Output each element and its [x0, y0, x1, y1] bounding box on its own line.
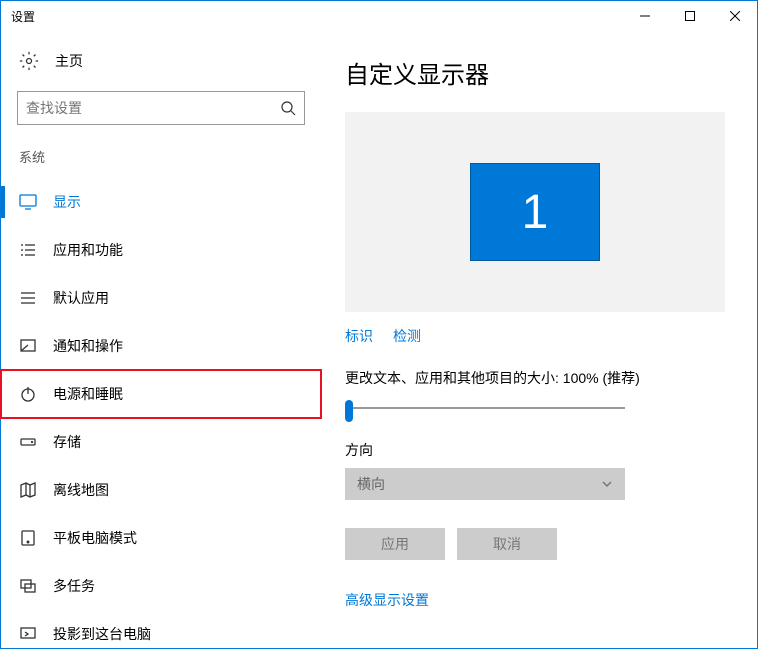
- multitask-icon: [19, 577, 37, 595]
- home-label: 主页: [55, 51, 83, 71]
- sidebar-item-label: 电源和睡眠: [53, 384, 123, 404]
- close-button[interactable]: [712, 1, 757, 31]
- sidebar-item-label: 多任务: [53, 576, 95, 596]
- chevron-down-icon: [601, 478, 613, 490]
- monitor-1[interactable]: 1: [470, 163, 600, 261]
- main-content: 自定义显示器 1 标识 检测 更改文本、应用和其他项目的大小: 100% (推荐…: [321, 31, 757, 648]
- minimize-button[interactable]: [622, 1, 667, 31]
- display-preview[interactable]: 1: [345, 112, 725, 312]
- search-icon: [280, 100, 296, 116]
- map-icon: [19, 481, 37, 499]
- sidebar-item-apps[interactable]: 应用和功能: [1, 226, 321, 274]
- scale-slider[interactable]: [345, 398, 625, 418]
- sidebar-item-label: 应用和功能: [53, 240, 123, 260]
- list-icon: [19, 241, 37, 259]
- defaults-icon: [19, 289, 37, 307]
- orientation-label: 方向: [345, 440, 725, 460]
- power-icon: [19, 385, 37, 403]
- monitor-number: 1: [522, 185, 549, 240]
- slider-thumb[interactable]: [345, 400, 353, 422]
- sidebar-item-power[interactable]: 电源和睡眠: [1, 370, 321, 418]
- search-box[interactable]: [17, 91, 305, 125]
- window-title: 设置: [11, 8, 35, 25]
- orientation-dropdown[interactable]: 横向: [345, 468, 625, 500]
- scale-label: 更改文本、应用和其他项目的大小: 100% (推荐): [345, 368, 725, 388]
- cancel-button[interactable]: 取消: [457, 528, 557, 560]
- sidebar-item-label: 平板电脑模式: [53, 528, 137, 548]
- sidebar-item-label: 存储: [53, 432, 81, 452]
- section-label: 系统: [1, 147, 321, 178]
- sidebar-item-maps[interactable]: 离线地图: [1, 466, 321, 514]
- detect-link[interactable]: 检测: [393, 326, 421, 346]
- sidebar-item-label: 投影到这台电脑: [53, 624, 151, 644]
- sidebar-item-label: 显示: [53, 192, 81, 212]
- identify-link[interactable]: 标识: [345, 326, 373, 346]
- sidebar-item-label: 默认应用: [53, 288, 109, 308]
- sidebar-item-notifications[interactable]: 通知和操作: [1, 322, 321, 370]
- dropdown-value: 横向: [357, 474, 385, 494]
- titlebar: 设置: [1, 1, 757, 31]
- sidebar-item-display[interactable]: 显示: [1, 178, 321, 226]
- monitor-icon: [19, 193, 37, 211]
- apply-button[interactable]: 应用: [345, 528, 445, 560]
- advanced-display-link[interactable]: 高级显示设置: [345, 590, 725, 610]
- sidebar-item-label: 离线地图: [53, 480, 109, 500]
- notification-icon: [19, 337, 37, 355]
- sidebar: 主页 系统 显示 应用和功能 默认应用 通知和操作 电源和睡眠: [1, 31, 321, 648]
- sidebar-item-default-apps[interactable]: 默认应用: [1, 274, 321, 322]
- tablet-icon: [19, 529, 37, 547]
- search-input[interactable]: [26, 100, 280, 116]
- sidebar-item-tablet[interactable]: 平板电脑模式: [1, 514, 321, 562]
- gear-icon: [19, 51, 39, 71]
- slider-track-line: [345, 407, 625, 409]
- window-controls: [622, 1, 757, 31]
- sidebar-item-project[interactable]: 投影到这台电脑: [1, 610, 321, 658]
- storage-icon: [19, 433, 37, 451]
- sidebar-item-label: 通知和操作: [53, 336, 123, 356]
- project-icon: [19, 625, 37, 643]
- sidebar-home[interactable]: 主页: [1, 51, 321, 91]
- page-title: 自定义显示器: [345, 55, 725, 90]
- sidebar-item-storage[interactable]: 存储: [1, 418, 321, 466]
- sidebar-item-multitask[interactable]: 多任务: [1, 562, 321, 610]
- maximize-button[interactable]: [667, 1, 712, 31]
